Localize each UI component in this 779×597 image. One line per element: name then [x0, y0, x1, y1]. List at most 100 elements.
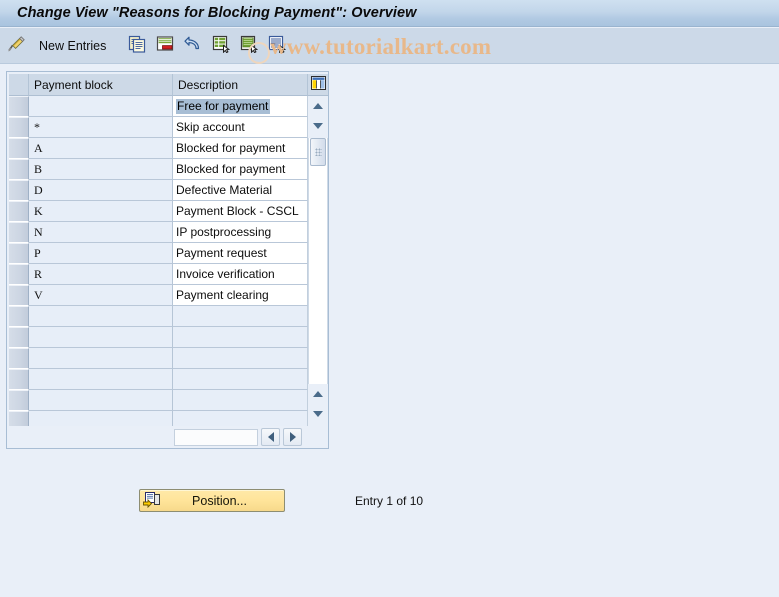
vertical-scroll-track[interactable] [308, 138, 328, 384]
select-all-icon [212, 35, 231, 56]
cell-description[interactable]: Payment request [173, 243, 308, 264]
row-select-cell[interactable] [9, 96, 29, 117]
scrollbar-thumb-grip-icon [314, 148, 322, 156]
cell-description[interactable]: Free for payment [173, 96, 308, 117]
table-inner: Payment block Description Free for payme… [9, 74, 328, 448]
table-row[interactable]: K Payment Block - CSCL [9, 201, 328, 222]
new-entries-button[interactable]: New Entries [32, 32, 116, 60]
vertical-scrollbar[interactable] [308, 96, 328, 426]
row-select-cell[interactable] [9, 180, 29, 201]
scroll-down-icon [313, 123, 323, 129]
cell-description-text: Free for payment [176, 98, 271, 114]
delete-row-icon [156, 35, 174, 56]
row-select-cell[interactable] [9, 117, 29, 138]
row-select-cell[interactable] [9, 138, 29, 159]
entry-status-text: Entry 1 of 10 [355, 494, 424, 508]
cell-payment-block[interactable]: * [29, 117, 173, 138]
cell-description[interactable] [173, 348, 308, 369]
select-all-column-header[interactable] [9, 74, 29, 96]
cell-description[interactable] [173, 369, 308, 390]
scroll-page-up-button[interactable] [308, 116, 328, 136]
table-row[interactable]: R Invoice verification [9, 264, 328, 285]
cell-payment-block[interactable] [29, 369, 173, 390]
table-row-empty[interactable] [9, 369, 328, 390]
row-select-cell[interactable] [9, 327, 29, 348]
row-select-cell[interactable] [9, 222, 29, 243]
row-select-cell[interactable] [9, 159, 29, 180]
delete-button[interactable] [152, 33, 178, 59]
table-row-empty[interactable] [9, 348, 328, 369]
row-select-cell[interactable] [9, 243, 29, 264]
undo-icon [184, 35, 202, 56]
cell-payment-block[interactable] [29, 348, 173, 369]
display-change-button[interactable] [2, 32, 30, 60]
cell-payment-block[interactable]: D [29, 180, 173, 201]
vertical-scroll-thumb[interactable] [310, 138, 326, 166]
cell-description[interactable]: Payment clearing [173, 285, 308, 306]
scroll-bottom-button[interactable] [308, 404, 328, 424]
horizontal-scroll-track[interactable] [174, 428, 258, 446]
scroll-down-icon [313, 411, 323, 417]
table-row[interactable]: B Blocked for payment [9, 159, 328, 180]
select-all-button[interactable] [208, 33, 234, 59]
scroll-up-icon [313, 391, 323, 397]
scroll-page-down-button[interactable] [308, 384, 328, 404]
scroll-up-button[interactable] [308, 96, 328, 116]
cell-description[interactable] [173, 390, 308, 411]
table-settings-button[interactable] [308, 74, 328, 96]
cell-payment-block[interactable]: A [29, 138, 173, 159]
position-button[interactable]: Position... [139, 489, 285, 512]
copy-as-button[interactable] [124, 33, 150, 59]
cell-payment-block[interactable]: B [29, 159, 173, 180]
row-select-cell[interactable] [9, 264, 29, 285]
cell-payment-block[interactable]: P [29, 243, 173, 264]
column-header-description[interactable]: Description [173, 74, 308, 96]
column-header-payment-block[interactable]: Payment block [29, 74, 173, 96]
cell-payment-block[interactable] [29, 306, 173, 327]
position-goto-icon [143, 492, 161, 509]
cell-payment-block[interactable] [29, 96, 173, 117]
table-row[interactable]: A Blocked for payment [9, 138, 328, 159]
copy-as-icon [128, 35, 146, 56]
cell-description[interactable]: Defective Material [173, 180, 308, 201]
row-select-cell[interactable] [9, 306, 29, 327]
table-row[interactable]: Free for payment [9, 96, 328, 117]
table-row-empty[interactable] [9, 306, 328, 327]
table-row[interactable]: D Defective Material [9, 180, 328, 201]
cell-description[interactable]: IP postprocessing [173, 222, 308, 243]
row-select-cell[interactable] [9, 348, 29, 369]
row-select-cell[interactable] [9, 390, 29, 411]
cell-description[interactable] [173, 306, 308, 327]
new-entries-label: New Entries [39, 38, 107, 53]
scroll-right-button[interactable] [283, 428, 302, 446]
undo-button[interactable] [180, 33, 206, 59]
table-row[interactable]: V Payment clearing [9, 285, 328, 306]
table-row[interactable]: P Payment request [9, 243, 328, 264]
cell-payment-block[interactable]: K [29, 201, 173, 222]
cell-description[interactable]: Blocked for payment [173, 138, 308, 159]
cell-payment-block[interactable] [29, 390, 173, 411]
cell-description[interactable]: Invoice verification [173, 264, 308, 285]
watermark-ring-icon [248, 42, 270, 64]
cell-payment-block[interactable] [29, 327, 173, 348]
scroll-left-button[interactable] [261, 428, 280, 446]
cell-payment-block[interactable]: N [29, 222, 173, 243]
cell-payment-block[interactable]: R [29, 264, 173, 285]
row-select-cell[interactable] [9, 201, 29, 222]
cell-description[interactable]: Payment Block - CSCL [173, 201, 308, 222]
table-row[interactable]: N IP postprocessing [9, 222, 328, 243]
cell-description[interactable]: Skip account [173, 117, 308, 138]
table-row-empty[interactable] [9, 327, 328, 348]
row-select-cell[interactable] [9, 369, 29, 390]
table-settings-icon [310, 76, 326, 93]
cell-description[interactable]: Blocked for payment [173, 159, 308, 180]
table-row-empty[interactable] [9, 390, 328, 411]
cell-payment-block[interactable]: V [29, 285, 173, 306]
row-select-cell[interactable] [9, 285, 29, 306]
page-title: Change View "Reasons for Blocking Paymen… [17, 5, 417, 21]
cell-description[interactable] [173, 327, 308, 348]
horizontal-scrollbar[interactable] [9, 426, 328, 448]
pencil-icon [5, 33, 27, 58]
table-row[interactable]: * Skip account [9, 117, 328, 138]
scroll-left-icon [267, 432, 274, 442]
